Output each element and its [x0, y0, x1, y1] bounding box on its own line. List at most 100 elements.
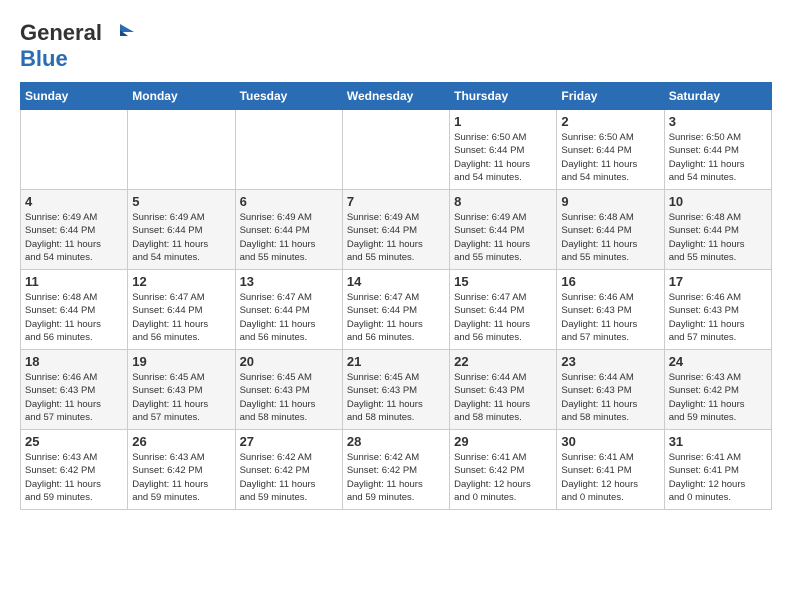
calendar-cell — [21, 110, 128, 190]
calendar-cell: 29 Sunrise: 6:41 AM Sunset: 6:42 PM Dayli… — [450, 430, 557, 510]
calendar-cell: 8 Sunrise: 6:49 AM Sunset: 6:44 PM Daylig… — [450, 190, 557, 270]
day-info: Sunrise: 6:44 AM Sunset: 6:43 PM Dayligh… — [561, 371, 659, 424]
day-number: 17 — [669, 274, 767, 289]
calendar-cell: 24 Sunrise: 6:43 AM Sunset: 6:42 PM Dayli… — [664, 350, 771, 430]
day-number: 15 — [454, 274, 552, 289]
logo-bird-icon — [106, 22, 134, 44]
day-of-week-monday: Monday — [128, 83, 235, 110]
day-info: Sunrise: 6:50 AM Sunset: 6:44 PM Dayligh… — [454, 131, 552, 184]
day-of-week-thursday: Thursday — [450, 83, 557, 110]
calendar-week-row: 25 Sunrise: 6:43 AM Sunset: 6:42 PM Dayli… — [21, 430, 772, 510]
day-info: Sunrise: 6:41 AM Sunset: 6:41 PM Dayligh… — [669, 451, 767, 504]
day-info: Sunrise: 6:48 AM Sunset: 6:44 PM Dayligh… — [561, 211, 659, 264]
day-info: Sunrise: 6:46 AM Sunset: 6:43 PM Dayligh… — [561, 291, 659, 344]
calendar-cell — [342, 110, 449, 190]
calendar-cell: 26 Sunrise: 6:43 AM Sunset: 6:42 PM Dayli… — [128, 430, 235, 510]
calendar-cell: 13 Sunrise: 6:47 AM Sunset: 6:44 PM Dayli… — [235, 270, 342, 350]
day-info: Sunrise: 6:50 AM Sunset: 6:44 PM Dayligh… — [669, 131, 767, 184]
calendar-cell: 2Sunrise: 6:50 AM Sunset: 6:44 PM Daylig… — [557, 110, 664, 190]
calendar-cell: 18 Sunrise: 6:46 AM Sunset: 6:43 PM Dayli… — [21, 350, 128, 430]
day-info: Sunrise: 6:46 AM Sunset: 6:43 PM Dayligh… — [669, 291, 767, 344]
calendar-week-row: 18 Sunrise: 6:46 AM Sunset: 6:43 PM Dayli… — [21, 350, 772, 430]
calendar-cell: 10Sunrise: 6:48 AM Sunset: 6:44 PM Dayli… — [664, 190, 771, 270]
day-info: Sunrise: 6:42 AM Sunset: 6:42 PM Dayligh… — [347, 451, 445, 504]
day-number: 30 — [561, 434, 659, 449]
day-number: 12 — [132, 274, 230, 289]
day-of-week-tuesday: Tuesday — [235, 83, 342, 110]
calendar-cell: 25 Sunrise: 6:43 AM Sunset: 6:42 PM Dayli… — [21, 430, 128, 510]
day-info: Sunrise: 6:42 AM Sunset: 6:42 PM Dayligh… — [240, 451, 338, 504]
day-info: Sunrise: 6:47 AM Sunset: 6:44 PM Dayligh… — [454, 291, 552, 344]
calendar-cell: 19 Sunrise: 6:45 AM Sunset: 6:43 PM Dayli… — [128, 350, 235, 430]
day-info: Sunrise: 6:43 AM Sunset: 6:42 PM Dayligh… — [25, 451, 123, 504]
day-number: 7 — [347, 194, 445, 209]
day-number: 1 — [454, 114, 552, 129]
day-number: 3 — [669, 114, 767, 129]
calendar-cell: 7 Sunrise: 6:49 AM Sunset: 6:44 PM Daylig… — [342, 190, 449, 270]
day-info: Sunrise: 6:49 AM Sunset: 6:44 PM Dayligh… — [25, 211, 123, 264]
day-number: 5 — [132, 194, 230, 209]
day-info: Sunrise: 6:47 AM Sunset: 6:44 PM Dayligh… — [240, 291, 338, 344]
calendar-cell: 14Sunrise: 6:47 AM Sunset: 6:44 PM Dayli… — [342, 270, 449, 350]
day-number: 26 — [132, 434, 230, 449]
day-number: 13 — [240, 274, 338, 289]
calendar-cell: 20Sunrise: 6:45 AM Sunset: 6:43 PM Dayli… — [235, 350, 342, 430]
day-info: Sunrise: 6:46 AM Sunset: 6:43 PM Dayligh… — [25, 371, 123, 424]
day-number: 23 — [561, 354, 659, 369]
calendar-week-row: 4 Sunrise: 6:49 AM Sunset: 6:44 PM Daylig… — [21, 190, 772, 270]
day-number: 24 — [669, 354, 767, 369]
day-number: 28 — [347, 434, 445, 449]
calendar-cell: 17 Sunrise: 6:46 AM Sunset: 6:43 PM Dayli… — [664, 270, 771, 350]
day-number: 21 — [347, 354, 445, 369]
day-number: 8 — [454, 194, 552, 209]
calendar-cell: 6 Sunrise: 6:49 AM Sunset: 6:44 PM Daylig… — [235, 190, 342, 270]
calendar-table: SundayMondayTuesdayWednesdayThursdayFrid… — [20, 82, 772, 510]
day-number: 16 — [561, 274, 659, 289]
day-info: Sunrise: 6:43 AM Sunset: 6:42 PM Dayligh… — [669, 371, 767, 424]
day-info: Sunrise: 6:49 AM Sunset: 6:44 PM Dayligh… — [347, 211, 445, 264]
calendar-cell: 11Sunrise: 6:48 AM Sunset: 6:44 PM Dayli… — [21, 270, 128, 350]
calendar-cell: 16 Sunrise: 6:46 AM Sunset: 6:43 PM Dayli… — [557, 270, 664, 350]
calendar-cell: 12 Sunrise: 6:47 AM Sunset: 6:44 PM Dayli… — [128, 270, 235, 350]
day-number: 18 — [25, 354, 123, 369]
calendar-week-row: 1 Sunrise: 6:50 AM Sunset: 6:44 PM Daylig… — [21, 110, 772, 190]
day-info: Sunrise: 6:45 AM Sunset: 6:43 PM Dayligh… — [132, 371, 230, 424]
day-number: 27 — [240, 434, 338, 449]
day-info: Sunrise: 6:50 AM Sunset: 6:44 PM Dayligh… — [561, 131, 659, 184]
day-number: 9 — [561, 194, 659, 209]
day-number: 4 — [25, 194, 123, 209]
day-info: Sunrise: 6:43 AM Sunset: 6:42 PM Dayligh… — [132, 451, 230, 504]
calendar-cell — [128, 110, 235, 190]
calendar-week-row: 11Sunrise: 6:48 AM Sunset: 6:44 PM Dayli… — [21, 270, 772, 350]
calendar-cell: 9 Sunrise: 6:48 AM Sunset: 6:44 PM Daylig… — [557, 190, 664, 270]
page-header: General Blue — [20, 20, 772, 72]
day-info: Sunrise: 6:49 AM Sunset: 6:44 PM Dayligh… — [454, 211, 552, 264]
calendar-cell: 1 Sunrise: 6:50 AM Sunset: 6:44 PM Daylig… — [450, 110, 557, 190]
day-info: Sunrise: 6:44 AM Sunset: 6:43 PM Dayligh… — [454, 371, 552, 424]
logo-blue-text: Blue — [20, 46, 68, 71]
day-of-week-friday: Friday — [557, 83, 664, 110]
day-info: Sunrise: 6:47 AM Sunset: 6:44 PM Dayligh… — [347, 291, 445, 344]
day-info: Sunrise: 6:47 AM Sunset: 6:44 PM Dayligh… — [132, 291, 230, 344]
day-info: Sunrise: 6:41 AM Sunset: 6:41 PM Dayligh… — [561, 451, 659, 504]
calendar-cell: 15 Sunrise: 6:47 AM Sunset: 6:44 PM Dayli… — [450, 270, 557, 350]
calendar-cell: 22 Sunrise: 6:44 AM Sunset: 6:43 PM Dayli… — [450, 350, 557, 430]
day-number: 22 — [454, 354, 552, 369]
day-of-week-saturday: Saturday — [664, 83, 771, 110]
day-info: Sunrise: 6:41 AM Sunset: 6:42 PM Dayligh… — [454, 451, 552, 504]
day-number: 20 — [240, 354, 338, 369]
day-number: 25 — [25, 434, 123, 449]
day-number: 6 — [240, 194, 338, 209]
logo-general-text: General — [20, 20, 102, 46]
calendar-cell: 5Sunrise: 6:49 AM Sunset: 6:44 PM Daylig… — [128, 190, 235, 270]
day-of-week-sunday: Sunday — [21, 83, 128, 110]
calendar-cell: 30 Sunrise: 6:41 AM Sunset: 6:41 PM Dayli… — [557, 430, 664, 510]
calendar-cell — [235, 110, 342, 190]
calendar-cell: 28 Sunrise: 6:42 AM Sunset: 6:42 PM Dayli… — [342, 430, 449, 510]
day-info: Sunrise: 6:49 AM Sunset: 6:44 PM Dayligh… — [240, 211, 338, 264]
day-info: Sunrise: 6:45 AM Sunset: 6:43 PM Dayligh… — [347, 371, 445, 424]
day-number: 29 — [454, 434, 552, 449]
day-number: 19 — [132, 354, 230, 369]
day-number: 31 — [669, 434, 767, 449]
day-number: 11 — [25, 274, 123, 289]
